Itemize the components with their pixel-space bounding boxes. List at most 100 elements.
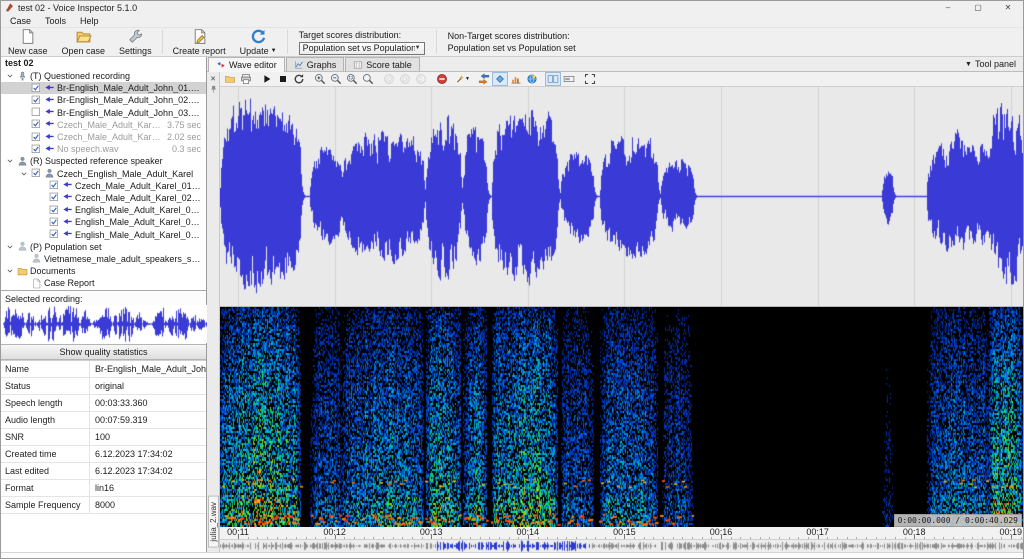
pin-icon[interactable] — [208, 84, 219, 95]
expander-icon[interactable] — [5, 242, 15, 252]
ruler-minor-tick — [364, 537, 365, 539]
waveform-canvas[interactable] — [220, 87, 1023, 306]
tree-item[interactable]: Case Report — [1, 277, 206, 289]
selection-tool-button[interactable] — [492, 72, 508, 86]
play-button[interactable] — [259, 72, 275, 86]
stop-button[interactable] — [275, 72, 291, 86]
tree-item[interactable]: English_Male_Adult_Karel_04.wav — [1, 216, 206, 228]
checkbox-checked[interactable] — [31, 168, 42, 179]
tree-item[interactable]: Czech_English_Male_Adult_Karel — [1, 168, 206, 180]
menu-item-help[interactable]: Help — [73, 14, 106, 27]
wave-arrow-icon — [62, 229, 73, 240]
ruler-minor-tick — [673, 537, 674, 539]
nontarget-scores-group: Non-Target scores distribution: Populati… — [440, 28, 584, 56]
wave-arrow-icon — [44, 119, 55, 130]
tree-item-label: Vietnamese_male_adult_speakers_sorted_wa… — [44, 254, 201, 264]
ruler-minor-tick — [248, 537, 249, 539]
tree-item[interactable]: Br-English_Male_Adult_John_01.wav — [1, 82, 206, 94]
marker-tool-button[interactable]: ▼ — [455, 72, 471, 86]
settings-button[interactable]: Settings — [112, 28, 159, 56]
property-row: Sample Frequency8000 — [1, 497, 206, 514]
update-button[interactable]: Update▼ — [233, 28, 284, 56]
menu-item-tools[interactable]: Tools — [38, 14, 73, 27]
spectrogram-canvas[interactable] — [220, 307, 1023, 527]
open-folder-button[interactable] — [222, 72, 238, 86]
ruler-minor-tick — [547, 537, 548, 539]
globe-view-button[interactable] — [524, 72, 540, 86]
tree-item[interactable]: Br-English_Male_Adult_John_03.wav — [1, 107, 206, 119]
ruler-minor-tick — [644, 537, 645, 539]
tree-item[interactable]: (R) Suspected reference speaker — [1, 155, 206, 167]
zoom-out-button[interactable] — [328, 72, 344, 86]
nav-end-button — [413, 72, 429, 86]
minimize-button[interactable]: – — [933, 1, 963, 14]
maximize-button[interactable]: ▢ — [963, 1, 993, 14]
tree-item[interactable]: No speech.wav0.3 sec — [1, 143, 206, 155]
target-scores-combobox[interactable]: Population set vs Population set ▼ — [299, 42, 425, 55]
checkbox-checked[interactable] — [49, 217, 60, 228]
zoom-in-button[interactable] — [312, 72, 328, 86]
overview-canvas[interactable] — [220, 540, 1023, 552]
close-button[interactable]: ✕ — [993, 1, 1023, 14]
checkbox-checked[interactable] — [31, 132, 42, 143]
tree-item[interactable]: Br-English_Male_Adult_John_02.wav — [1, 94, 206, 106]
property-row: SNR100 — [1, 429, 206, 446]
checkbox-checked[interactable] — [31, 119, 42, 130]
checkbox-checked[interactable] — [49, 192, 60, 203]
fullscreen-button[interactable] — [582, 72, 598, 86]
checkbox-checked[interactable] — [49, 229, 60, 240]
expander-icon[interactable] — [5, 266, 15, 276]
expander-icon[interactable] — [19, 169, 29, 179]
checkbox-checked[interactable] — [31, 144, 42, 155]
tree-item[interactable]: Czech_Male_Adult_Karel_01.wav — [1, 180, 206, 192]
loop-button[interactable] — [291, 72, 307, 86]
tool-panel-toggle[interactable]: ▼ Tool panel — [965, 59, 1023, 69]
toolbar-button-label: Update▼ — [240, 46, 277, 56]
create-report-button[interactable]: Create report — [166, 28, 233, 56]
tree-item[interactable]: Czech_Male_Adult_Karel_02.wav — [1, 192, 206, 204]
tab-graphs[interactable]: Graphs — [286, 57, 345, 71]
checkbox-checked[interactable] — [31, 95, 42, 106]
ruler-minor-tick — [576, 537, 577, 539]
tree-item[interactable]: (T) Questioned recording — [1, 70, 206, 82]
tree-item[interactable]: English_Male_Adult_Karel_05.wav — [1, 228, 206, 240]
split-view-button[interactable] — [545, 72, 561, 86]
tab-wave-editor[interactable]: Wave editor — [208, 57, 285, 72]
tree-item[interactable]: Vietnamese_male_adult_speakers_sorted_wa… — [1, 253, 206, 265]
tab-score-table[interactable]: Score table — [345, 57, 420, 71]
record-button[interactable] — [434, 72, 450, 86]
export-button[interactable] — [238, 72, 254, 86]
ruler-minor-tick — [963, 537, 964, 539]
ruler-minor-tick — [586, 537, 587, 539]
open-case-button[interactable]: Open case — [55, 28, 113, 56]
show-quality-statistics-button[interactable]: Show quality statistics — [1, 344, 206, 360]
histogram-view-button[interactable] — [508, 72, 524, 86]
tree-item[interactable]: English_Male_Adult_Karel_03.wav — [1, 204, 206, 216]
expander-icon[interactable] — [5, 71, 15, 81]
move-tool-button[interactable] — [476, 72, 492, 86]
checkbox-checked[interactable] — [49, 180, 60, 191]
checkbox-checked[interactable] — [31, 83, 42, 94]
tree-item[interactable]: Czech_Male_Adult_Karel_01(edited2).wav2.… — [1, 131, 206, 143]
zoom-reset-button[interactable] — [360, 72, 376, 86]
new-case-button[interactable]: New case — [1, 28, 55, 56]
zoom-selection-button[interactable] — [344, 72, 360, 86]
ruler-minor-tick — [760, 537, 761, 539]
tree-item[interactable]: Czech_Male_Adult_Karel_01(edited1).wav3.… — [1, 119, 206, 131]
property-name: Created time — [1, 449, 89, 459]
new-case-icon — [19, 28, 36, 45]
checkbox-checked[interactable] — [49, 205, 60, 216]
tree-item-duration: 0.3 sec — [168, 144, 201, 154]
toolbar-button-label: Create report — [173, 46, 226, 56]
panel-toggle-button[interactable] — [561, 72, 577, 86]
checkbox-unchecked[interactable] — [31, 107, 42, 118]
property-name: Last edited — [1, 466, 89, 476]
dock-close-button[interactable]: ✕ — [208, 73, 219, 84]
ruler-minor-tick — [325, 537, 326, 539]
tree-item[interactable]: Documents — [1, 265, 206, 277]
menu-item-case[interactable]: Case — [3, 14, 38, 27]
dock-file-tab[interactable]: julia_2.wav — [208, 496, 219, 548]
wave-arrow-icon — [44, 144, 55, 155]
tree-item[interactable]: (P) Population set — [1, 241, 206, 253]
expander-icon[interactable] — [5, 156, 15, 166]
